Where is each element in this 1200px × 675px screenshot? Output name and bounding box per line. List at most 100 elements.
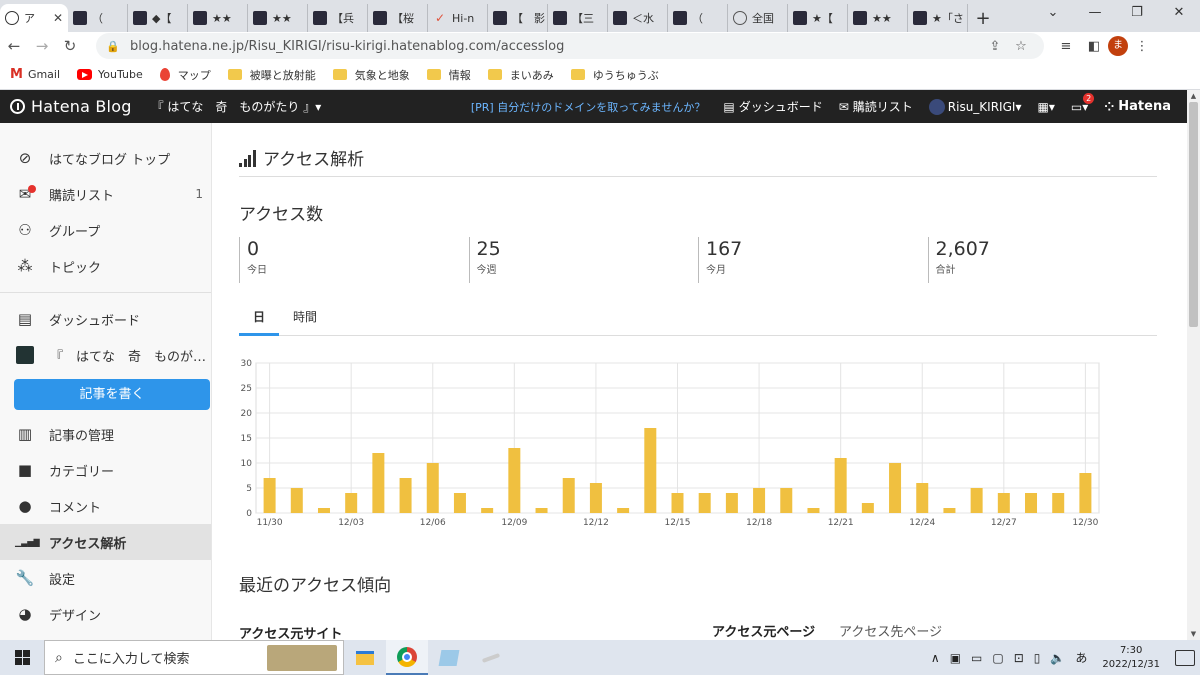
browser-tab[interactable]: （ [68,4,128,32]
bookmark-item[interactable]: 情報 [426,67,471,83]
taskbar-search[interactable]: ⌕ ここに入力して検索 [44,640,344,675]
share-icon[interactable]: ⇪ [982,39,1008,54]
battery-icon[interactable]: ▭ [971,651,982,665]
clock[interactable]: 7:30 2022/12/31 [1102,644,1160,672]
hatena-blog-logo-icon[interactable] [10,99,25,114]
subscriptions-link[interactable]: ✉ 購読リスト [839,98,913,115]
tab-source-pages[interactable]: アクセス元ページ [712,621,815,640]
sidebar-item[interactable]: ◕ デザイン [0,596,211,632]
page-scrollbar[interactable]: ▲ ▼ [1187,90,1200,640]
pen-button[interactable] [470,640,512,675]
browser-tab[interactable]: 【 影 [488,4,548,32]
chart-bar [481,508,494,513]
browser-tab[interactable]: （ [668,4,728,32]
sidebar-item[interactable]: ⚇ グループ [0,212,211,248]
star-icon[interactable]: ☆ [1008,39,1034,54]
volume-icon[interactable]: 🔈 [1050,651,1065,665]
sd-card-icon[interactable]: ▯ [1034,651,1041,665]
access-stats: 0 今日 25 今週 167 今月 2,607 合計 [239,237,1157,283]
tab-day[interactable]: 日 [239,306,280,336]
search-highlight-image[interactable] [267,644,337,671]
sidebar-item[interactable]: ✉ 購読リスト 1 [0,176,211,212]
sidebar-item-label: 記事の管理 [49,428,115,444]
sidebar-item[interactable]: 🔧 設定 [0,560,211,596]
tab-dest-pages[interactable]: アクセス先ページ [839,621,942,640]
bookmark-item[interactable]: M Gmail [10,67,60,82]
file-explorer-button[interactable] [344,640,386,675]
network-icon[interactable]: ⊡ [1014,651,1024,665]
sidebar-item[interactable]: ▥ 記事の管理 [0,416,211,452]
browser-tab[interactable]: ★「さ [908,4,968,32]
chart-bar [508,448,521,513]
bookmarks-bar: M Gmail YouTube マップ 被曝と放射能 気象と地象 情報 まいあみ ゆうちゅうぶ [0,60,1200,90]
user-menu[interactable]: Risu_KIRIGI ▾ [928,98,1021,115]
browser-tab[interactable]: ★【 [788,4,848,32]
scroll-up-icon[interactable]: ▲ [1187,92,1200,100]
sidebar-item[interactable]: ■ カテゴリー [0,452,211,488]
browser-tab[interactable]: ★★ [248,4,308,32]
reload-button[interactable]: ↻ [56,37,84,55]
sidebar-item[interactable]: ⁂ トピック [0,248,211,284]
maximize-button[interactable]: ❐ [1116,0,1158,28]
sidebar-item[interactable]: ● コメント [0,488,211,524]
browser-tab[interactable]: ✓ Hi-n [428,4,488,32]
ime-indicator[interactable]: あ [1075,649,1087,666]
profile-avatar[interactable]: ま [1108,36,1128,56]
tab-hour[interactable]: 時間 [279,306,331,335]
reading-list-icon[interactable]: ≡ [1052,39,1080,54]
chevron-down-icon[interactable]: ⌄ [1032,0,1074,28]
bookmark-item[interactable]: まいあみ [487,67,554,83]
new-tab-button[interactable]: + [968,4,998,32]
display-icon[interactable]: ▢ [992,651,1003,665]
chrome-button[interactable] [386,640,428,675]
browser-tab[interactable]: ★★ [848,4,908,32]
scrollbar-thumb[interactable] [1189,102,1198,327]
sidebar-item[interactable]: ⊘ はてなブログ トップ [0,140,211,176]
minimize-button[interactable]: — [1074,0,1116,28]
close-window-button[interactable]: ✕ [1158,0,1200,28]
browser-tab[interactable]: 【三 [548,4,608,32]
browser-tab[interactable]: ＜水 [608,4,668,32]
scroll-down-icon[interactable]: ▼ [1187,630,1200,638]
back-button[interactable]: ← [0,37,28,55]
sidebar-item[interactable]: 『 はてな 奇 ものが… [0,337,211,373]
lock-icon[interactable]: 🔒 [106,40,120,53]
write-article-button[interactable]: 記事を書く [14,379,210,410]
hatena-link[interactable]: ⁘ Hatena [1104,99,1171,114]
browser-tab[interactable]: 全国 [728,4,788,32]
sidebar-item[interactable]: ▁▃▅▇ アクセス解析 [0,524,211,560]
apps-menu[interactable]: ▦ ▾ [1037,100,1054,114]
browser-tab[interactable]: ア ✕ [0,4,68,32]
chart-bar [372,453,385,513]
wrench-icon: 🔧 [15,569,35,587]
browser-tab[interactable]: 【兵 [308,4,368,32]
notification-center-icon[interactable] [1175,649,1195,666]
notifications-button[interactable]: ▭ ▾ 2 [1071,92,1095,114]
start-button[interactable] [0,650,44,665]
bookmark-item[interactable]: マップ [159,67,211,83]
pr-link[interactable]: [PR] 自分だけのドメインを取ってみませんか？ [471,99,705,115]
bookmark-item[interactable]: YouTube [77,68,143,81]
browser-tab[interactable]: ◆【 [128,4,188,32]
hatena-blog-logo[interactable]: Hatena Blog [31,97,132,116]
sidebar-item[interactable]: ▤ ダッシュボード [0,301,211,337]
close-icon[interactable]: ✕ [53,11,63,25]
chevron-up-icon[interactable]: ∧ [931,651,940,665]
title-divider [239,176,1157,177]
side-panel-icon[interactable]: ◧ [1080,39,1108,54]
forward-button[interactable]: → [28,37,56,55]
bookmark-item[interactable]: 気象と地象 [332,67,410,83]
notepad-button[interactable] [428,640,470,675]
address-bar[interactable]: 🔒 blog.hatena.ne.jp/Risu_KIRIGI/risu-kir… [96,33,1044,59]
bookmark-item[interactable]: ゆうちゅうぶ [570,67,659,83]
dashboard-link[interactable]: ▤ ダッシュボード [723,98,822,115]
y-tick-label: 30 [241,359,253,369]
camera-icon[interactable]: ▣ [950,651,961,665]
browser-tab[interactable]: ★★ [188,4,248,32]
clock-time: 7:30 [1119,644,1143,656]
blog-name-dropdown[interactable]: 『 はてな 奇 ものがたり 』▾ [152,98,322,115]
browser-tab[interactable]: 【桜 [368,4,428,32]
menu-icon[interactable]: ⋮ [1128,39,1156,54]
bookmark-item[interactable]: 被曝と放射能 [227,67,316,83]
url-text[interactable]: blog.hatena.ne.jp/Risu_KIRIGI/risu-kirig… [130,39,982,54]
